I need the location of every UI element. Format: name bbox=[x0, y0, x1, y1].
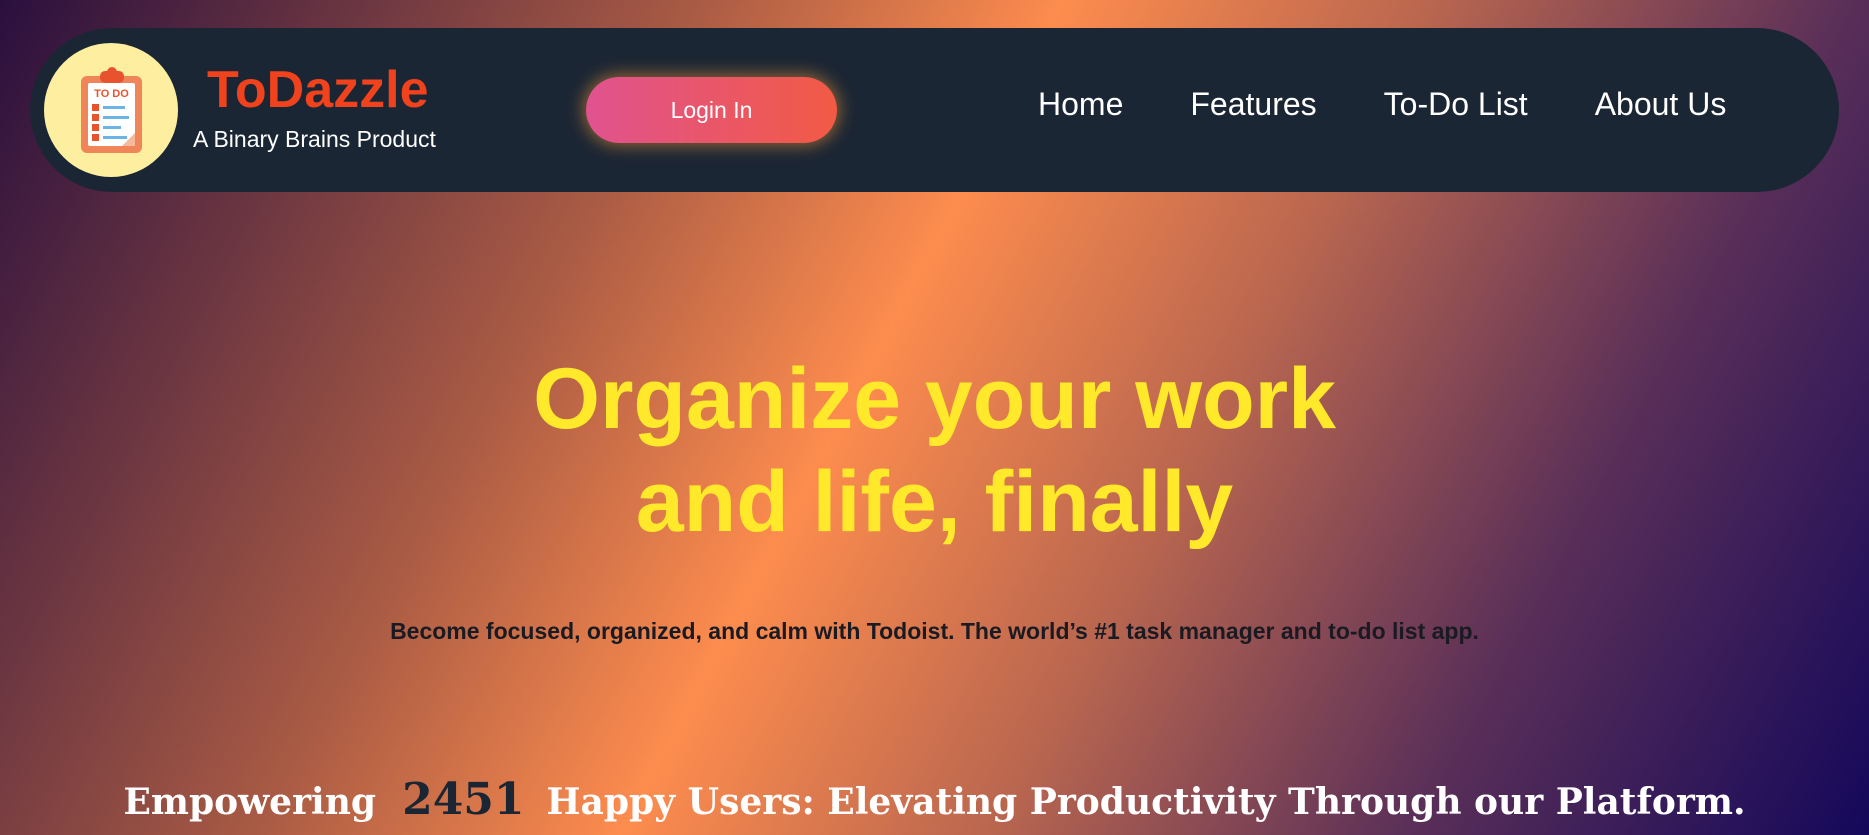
hero-title: Organize your work and life, finally bbox=[0, 348, 1869, 554]
stats-prefix: Empowering bbox=[123, 781, 377, 823]
user-stats-banner: Empowering 2451 Happy Users: Elevating Pro… bbox=[0, 776, 1869, 826]
login-button[interactable]: Login In bbox=[586, 77, 837, 143]
stats-suffix: Happy Users: Elevating Productivity Thro… bbox=[546, 781, 1746, 823]
navbar: TO DO ToDazzle A Binary Brains Product L… bbox=[30, 28, 1839, 192]
user-count: 2451 bbox=[402, 774, 525, 825]
todo-clipboard-icon: TO DO bbox=[81, 67, 142, 153]
nav-item-about-us[interactable]: About Us bbox=[1595, 88, 1727, 120]
nav-item-features[interactable]: Features bbox=[1190, 88, 1316, 120]
brand-tagline: A Binary Brains Product bbox=[193, 126, 436, 152]
logo-text: TO DO bbox=[94, 88, 129, 100]
nav-item-home[interactable]: Home bbox=[1038, 88, 1123, 120]
hero-title-line-1: Organize your work bbox=[533, 351, 1336, 447]
main-nav: Home Features To-Do List About Us bbox=[1038, 88, 1726, 120]
hero-title-line-2: and life, finally bbox=[635, 454, 1234, 550]
nav-item-todo-list[interactable]: To-Do List bbox=[1384, 88, 1528, 120]
brand-name[interactable]: ToDazzle bbox=[207, 64, 429, 116]
hero-subtitle: Become focused, organized, and calm with… bbox=[390, 618, 1479, 644]
logo[interactable]: TO DO bbox=[44, 43, 178, 177]
